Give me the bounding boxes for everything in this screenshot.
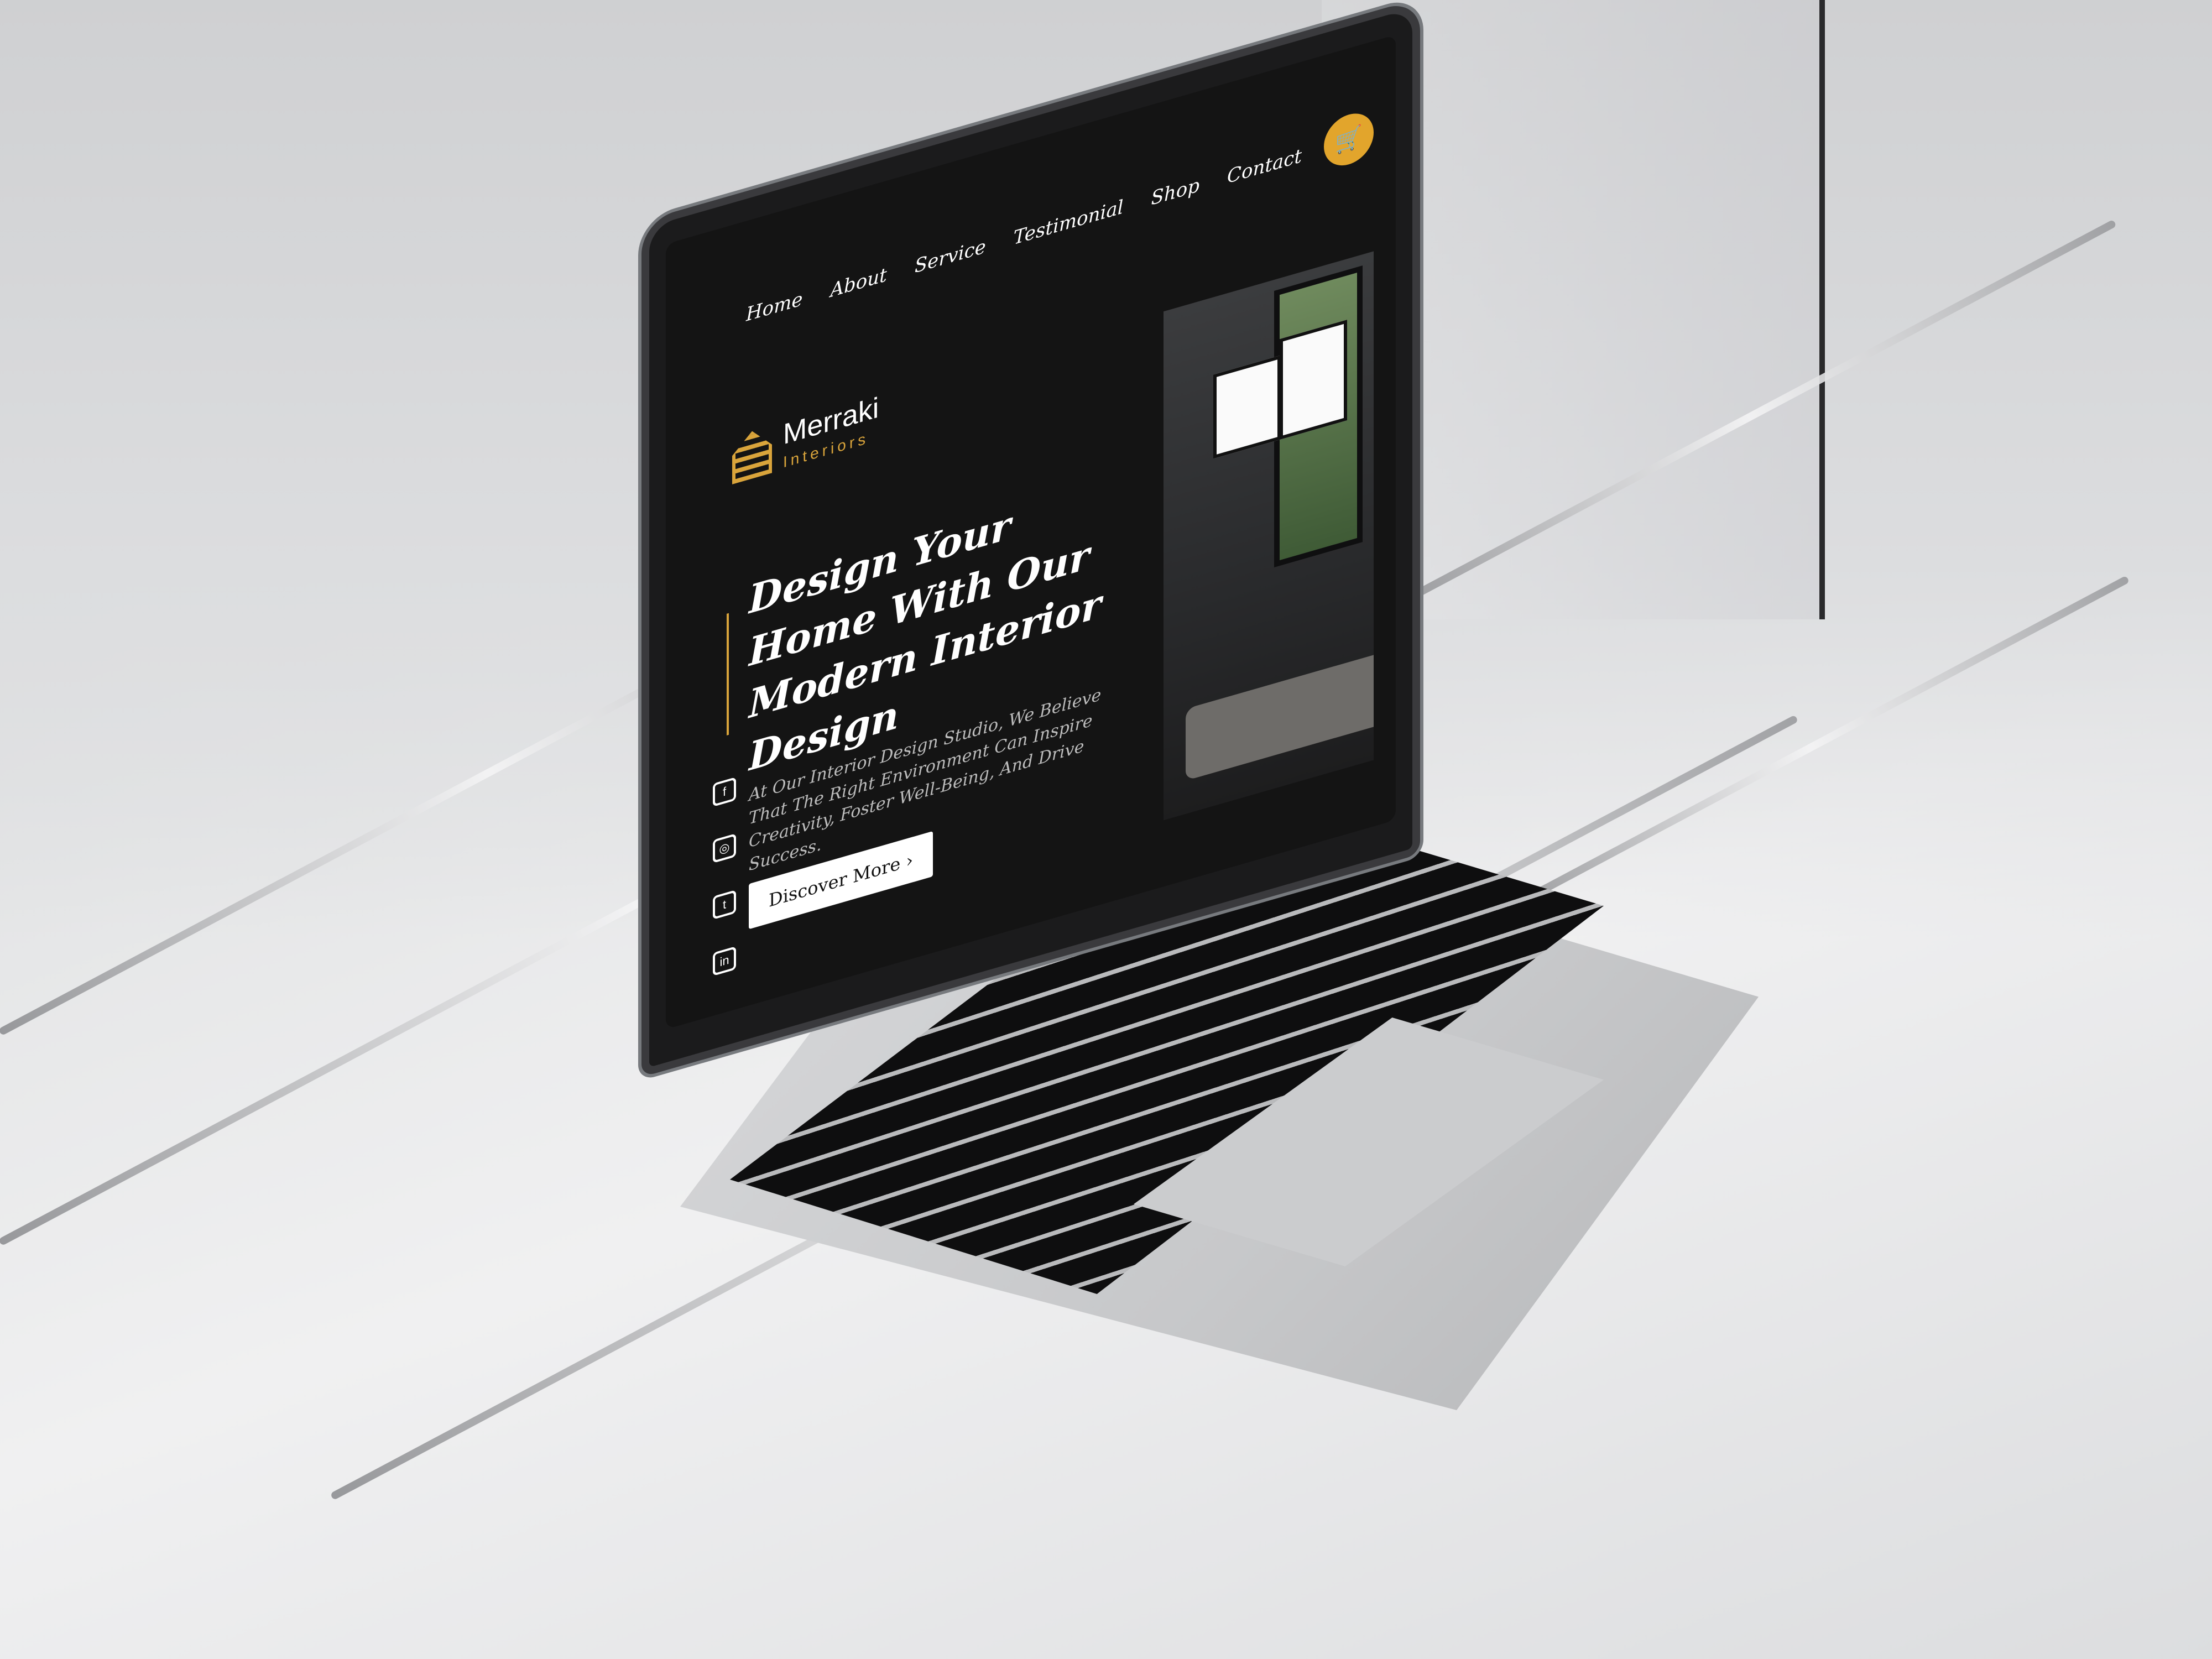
nav-testimonial[interactable]: Testimonial [1014, 196, 1124, 249]
cart-icon: 🛒 [1335, 123, 1363, 156]
laptop: Home About Service Testimonial Shop Cont… [0, 0, 2212, 1659]
house-logo-icon [732, 425, 772, 484]
nav-contact[interactable]: Contact [1227, 145, 1302, 189]
nav-service[interactable]: Service [915, 235, 986, 278]
nav-shop[interactable]: Shop [1151, 174, 1199, 210]
wall-frame [1280, 320, 1347, 440]
website-screen: Home About Service Testimonial Shop Cont… [666, 34, 1396, 1030]
hero-accent-bar [727, 613, 729, 735]
brand-logo[interactable]: Merraki Interiors [732, 392, 879, 486]
nav-about[interactable]: About [830, 264, 886, 302]
instagram-icon[interactable]: ◎ [713, 833, 736, 864]
cart-button[interactable]: 🛒 [1324, 107, 1374, 172]
nav-home[interactable]: Home [746, 288, 802, 326]
linkedin-icon[interactable]: in [713, 946, 736, 977]
hero-interior-image [1164, 251, 1374, 821]
twitter-icon[interactable]: t [713, 889, 736, 920]
social-links: f ◎ t in [713, 776, 736, 977]
chevron-right-icon: › [906, 849, 914, 872]
sofa [1186, 642, 1374, 781]
facebook-icon[interactable]: f [713, 776, 736, 807]
wall-frame [1213, 355, 1281, 459]
